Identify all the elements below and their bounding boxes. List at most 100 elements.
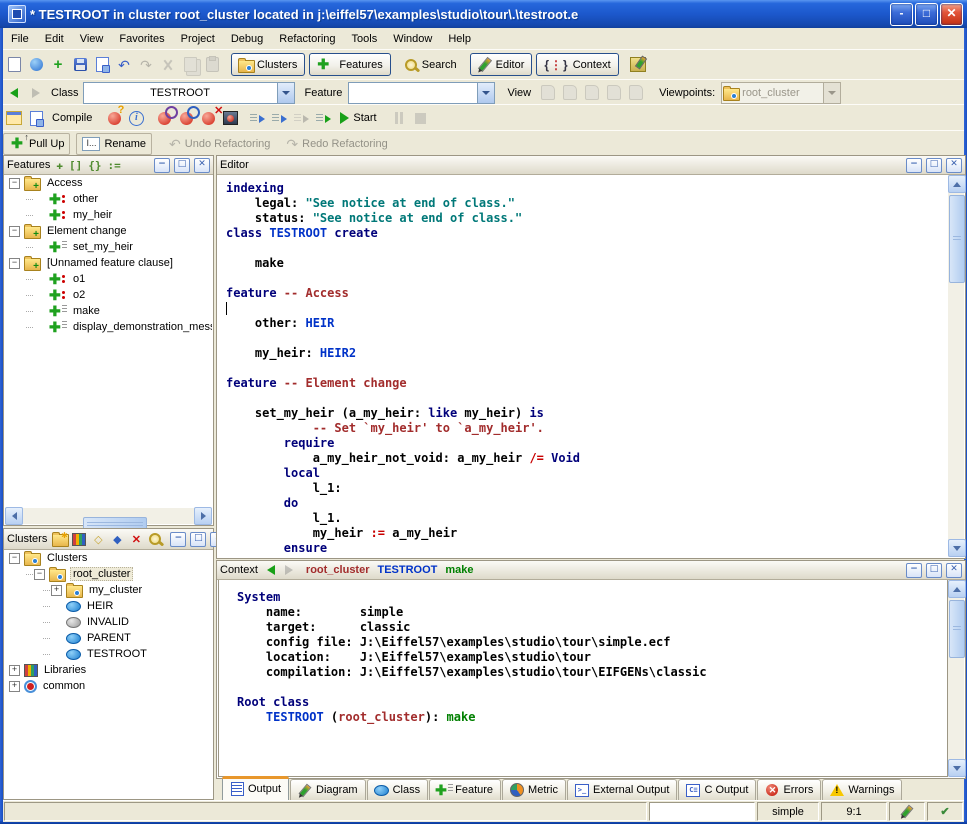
menu-project[interactable]: Project bbox=[173, 30, 223, 48]
tree-item-clusters[interactable]: −Clusters bbox=[5, 550, 212, 566]
project-settings-icon[interactable] bbox=[3, 108, 25, 128]
sync-check-icon[interactable]: ✔ bbox=[927, 802, 963, 821]
step-into-icon[interactable] bbox=[247, 108, 269, 128]
undo-refactoring-button[interactable]: ↶ Undo Refactoring bbox=[164, 134, 275, 154]
search-button[interactable]: Search bbox=[399, 55, 462, 75]
tree-item-common[interactable]: +common bbox=[5, 678, 212, 694]
breadcrumb-make[interactable]: make bbox=[445, 564, 473, 576]
maximize-button[interactable]: □ bbox=[915, 3, 938, 26]
tree-item--unnamed-feature-clause-[interactable]: −[Unnamed feature clause] bbox=[5, 255, 212, 271]
add-feature-icon[interactable]: ✚ bbox=[56, 159, 63, 172]
new-item-icon[interactable]: + bbox=[47, 55, 69, 75]
menu-refactoring[interactable]: Refactoring bbox=[271, 30, 343, 48]
expand-icon[interactable]: + bbox=[9, 681, 20, 692]
collapse-icon[interactable]: − bbox=[9, 258, 20, 269]
external-editor-icon[interactable] bbox=[627, 55, 649, 75]
tree-item-o2[interactable]: ✚o2 bbox=[5, 287, 212, 303]
menu-view[interactable]: View bbox=[72, 30, 112, 48]
paste-icon[interactable] bbox=[201, 55, 223, 75]
context-forward-icon[interactable] bbox=[282, 564, 296, 577]
tab-feature[interactable]: ✚Feature bbox=[429, 779, 501, 800]
save-all-icon[interactable] bbox=[91, 55, 113, 75]
tab-diagram[interactable]: Diagram bbox=[290, 779, 366, 800]
assigner-icon[interactable]: := bbox=[108, 159, 121, 172]
menu-favorites[interactable]: Favorites bbox=[111, 30, 172, 48]
tab-errors[interactable]: ✕Errors bbox=[757, 779, 821, 800]
brackets-icon[interactable]: [] bbox=[69, 159, 82, 172]
menu-help[interactable]: Help bbox=[440, 30, 479, 48]
find-class-icon[interactable] bbox=[148, 533, 162, 546]
clusters-maximize-icon[interactable]: □ bbox=[190, 532, 206, 547]
tree-item-testroot[interactable]: TESTROOT bbox=[5, 646, 212, 662]
editor-code-area[interactable]: indexing legal: "See notice at end of cl… bbox=[218, 175, 948, 557]
add-item-icon[interactable]: ◆ bbox=[110, 533, 124, 546]
melt-icon[interactable]: ? bbox=[103, 108, 125, 128]
features-hscrollbar[interactable] bbox=[5, 508, 212, 524]
tree-item-my-cluster[interactable]: +my_cluster bbox=[5, 582, 212, 598]
tree-item-element-change[interactable]: −Element change bbox=[5, 223, 212, 239]
tab-external-output[interactable]: >_External Output bbox=[567, 779, 677, 800]
menu-tools[interactable]: Tools bbox=[344, 30, 386, 48]
title-bar[interactable]: * TESTROOT in cluster root_cluster locat… bbox=[0, 0, 967, 28]
tree-item-make[interactable]: ✚make bbox=[5, 303, 212, 319]
tab-class[interactable]: Class bbox=[367, 779, 429, 800]
tree-item-heir[interactable]: HEIR bbox=[5, 598, 212, 614]
menu-edit[interactable]: Edit bbox=[37, 30, 72, 48]
context-maximize-icon[interactable]: □ bbox=[926, 563, 942, 578]
tree-item-my-heir[interactable]: ✚my_heir bbox=[5, 207, 212, 223]
save-icon[interactable] bbox=[69, 55, 91, 75]
add-library-icon[interactable] bbox=[72, 533, 86, 546]
step-over-icon[interactable] bbox=[269, 108, 291, 128]
breadcrumb-root_cluster[interactable]: root_cluster bbox=[306, 564, 370, 576]
cancel-compile-icon[interactable]: ✕ bbox=[197, 108, 219, 128]
tree-item-other[interactable]: ✚other bbox=[5, 191, 212, 207]
features-close-icon[interactable]: ✕ bbox=[194, 158, 210, 173]
view-flat-icon[interactable] bbox=[581, 83, 603, 103]
new-cluster-icon[interactable] bbox=[53, 533, 67, 546]
clusters-minimize-icon[interactable]: − bbox=[170, 532, 186, 547]
undo-icon[interactable]: ↶ bbox=[113, 55, 135, 75]
tree-item-access[interactable]: −Access bbox=[5, 175, 212, 191]
feature-combobox[interactable] bbox=[348, 82, 495, 104]
edit-project-icon[interactable] bbox=[25, 108, 47, 128]
compile-info-icon[interactable]: i bbox=[125, 108, 147, 128]
tab-metric[interactable]: Metric bbox=[502, 779, 566, 800]
collapse-icon[interactable]: − bbox=[9, 226, 20, 237]
run-ignore-breakpoints-icon[interactable] bbox=[313, 108, 335, 128]
view-interface-icon[interactable] bbox=[625, 83, 647, 103]
scroll-left-icon[interactable] bbox=[5, 507, 23, 525]
menu-file[interactable]: File bbox=[3, 30, 37, 48]
step-out-icon[interactable] bbox=[291, 108, 313, 128]
context-output-area[interactable]: System name: simple target: classic conf… bbox=[218, 580, 948, 777]
rename-button[interactable]: I... Rename bbox=[76, 133, 152, 155]
redo-icon[interactable]: ↷ bbox=[135, 55, 157, 75]
editor-button[interactable]: Editor bbox=[470, 53, 533, 76]
pull-up-button[interactable]: ✚ Pull Up bbox=[3, 133, 70, 155]
tree-item-parent[interactable]: PARENT bbox=[5, 630, 212, 646]
editor-vscroll-thumb[interactable] bbox=[949, 195, 965, 283]
collapse-icon[interactable]: − bbox=[9, 553, 20, 564]
context-button[interactable]: {⋮} Context bbox=[536, 53, 618, 76]
breadcrumb-TESTROOT[interactable]: TESTROOT bbox=[378, 564, 438, 576]
braces-icon[interactable]: {} bbox=[88, 159, 101, 172]
context-scroll-up-icon[interactable] bbox=[948, 580, 966, 598]
minimize-button[interactable]: - bbox=[890, 3, 913, 26]
history-back-icon[interactable] bbox=[3, 83, 25, 103]
menu-debug[interactable]: Debug bbox=[223, 30, 271, 48]
editor-minimize-icon[interactable]: − bbox=[906, 158, 922, 173]
open-file-icon[interactable] bbox=[25, 55, 47, 75]
cut-icon[interactable] bbox=[157, 55, 179, 75]
editor-vscrollbar[interactable] bbox=[948, 175, 964, 557]
pause-icon[interactable] bbox=[388, 108, 410, 128]
new-window-icon[interactable] bbox=[3, 55, 25, 75]
clusters-button[interactable]: Clusters bbox=[231, 53, 305, 76]
view-clickable-icon[interactable] bbox=[559, 83, 581, 103]
view-contract-icon[interactable] bbox=[603, 83, 625, 103]
compile-button[interactable]: Compile bbox=[47, 108, 97, 128]
editor-scroll-up-icon[interactable] bbox=[948, 175, 966, 193]
tab-output[interactable]: Output bbox=[222, 776, 289, 800]
expand-icon[interactable]: + bbox=[51, 585, 62, 596]
redo-refactoring-button[interactable]: ↷ Redo Refactoring bbox=[281, 134, 392, 154]
tree-item-invalid[interactable]: INVALID bbox=[5, 614, 212, 630]
context-scroll-down-icon[interactable] bbox=[948, 759, 966, 777]
